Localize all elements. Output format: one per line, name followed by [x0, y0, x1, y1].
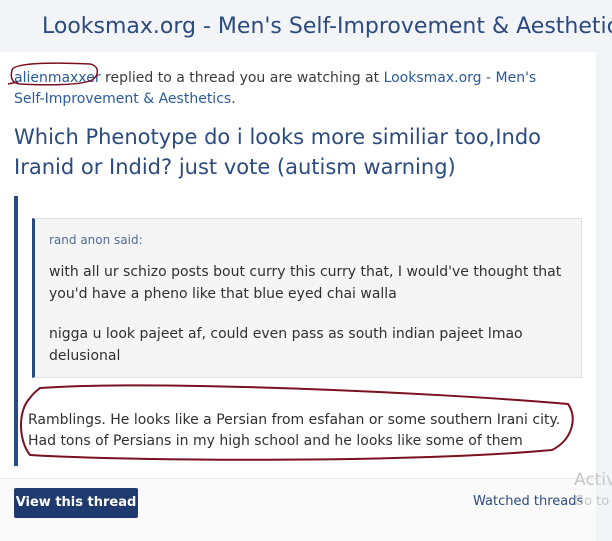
quote-box: rand anon said: with all ur schizo posts…	[32, 218, 582, 378]
activate-windows-watermark-sub: Go to	[574, 494, 610, 509]
view-thread-button[interactable]: View this thread	[14, 488, 138, 518]
quote-paragraph: with all ur schizo posts bout curry this…	[49, 264, 562, 302]
notification-card: alienmaxxer replied to a thread you are …	[0, 52, 596, 541]
quote-text: with all ur schizo posts bout curry this…	[49, 261, 569, 385]
site-header: Looksmax.org - Men's Self-Improvement & …	[0, 0, 612, 52]
reply-text: Ramblings. He looks like a Persian from …	[28, 412, 561, 449]
quote-paragraph: nigga u look pajeet af, could even pass …	[49, 326, 523, 364]
thread-title[interactable]: Which Phenotype do i looks more similiar…	[14, 122, 584, 182]
watched-threads-link[interactable]: Watched threads	[473, 494, 583, 509]
activate-windows-watermark: Activ	[574, 470, 612, 490]
site-title[interactable]: Looksmax.org - Men's Self-Improvement & …	[42, 14, 612, 39]
quote-author[interactable]: rand anon said:	[49, 233, 143, 247]
notification-action-text: replied to a thread you are watching at	[100, 70, 384, 86]
card-footer: View this thread Watched threads	[0, 478, 596, 541]
notification-intro: alienmaxxer replied to a thread you are …	[14, 68, 559, 110]
intro-period: .	[231, 91, 236, 107]
post-block: rand anon said: with all ur schizo posts…	[14, 196, 583, 466]
username-link[interactable]: alienmaxxer	[14, 70, 101, 86]
